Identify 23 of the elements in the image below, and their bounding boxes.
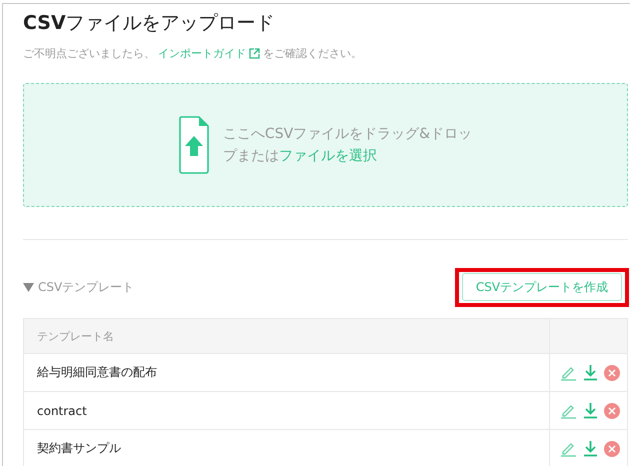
- import-guide-link[interactable]: インポートガイド: [158, 46, 246, 61]
- file-upload-icon: [178, 116, 209, 174]
- delete-icon[interactable]: [604, 364, 620, 380]
- select-file-link[interactable]: ファイルを選択: [278, 148, 377, 164]
- help-text: ご不明点ございましたら、: [23, 46, 155, 61]
- create-template-button[interactable]: CSVテンプレートを作成: [462, 273, 622, 301]
- drop-instruction: プまたは: [222, 148, 279, 164]
- delete-icon[interactable]: [604, 440, 620, 456]
- delete-icon[interactable]: [604, 402, 620, 418]
- column-header: テンプレート名: [36, 328, 115, 344]
- external-link-icon: [249, 48, 260, 59]
- template-name: contract: [36, 402, 88, 420]
- section-heading: CSVテンプレート: [38, 278, 134, 296]
- download-icon[interactable]: [583, 402, 598, 419]
- download-icon[interactable]: [583, 440, 598, 457]
- download-icon[interactable]: [583, 364, 598, 381]
- drop-instruction: ここへCSVファイルをドラッグ&ドロッ: [222, 125, 472, 144]
- page-title: CSVファイルをアップロード: [23, 11, 276, 36]
- help-text: をご確認ください。: [263, 46, 362, 61]
- file-drop-zone[interactable]: ここへCSVファイルをドラッグ&ドロッ プまたはファイルを選択: [23, 83, 628, 207]
- caret-icon[interactable]: [23, 282, 34, 292]
- template-name: 給与明細同意書の配布: [36, 364, 158, 381]
- template-name: 契約書サンプル: [36, 440, 122, 457]
